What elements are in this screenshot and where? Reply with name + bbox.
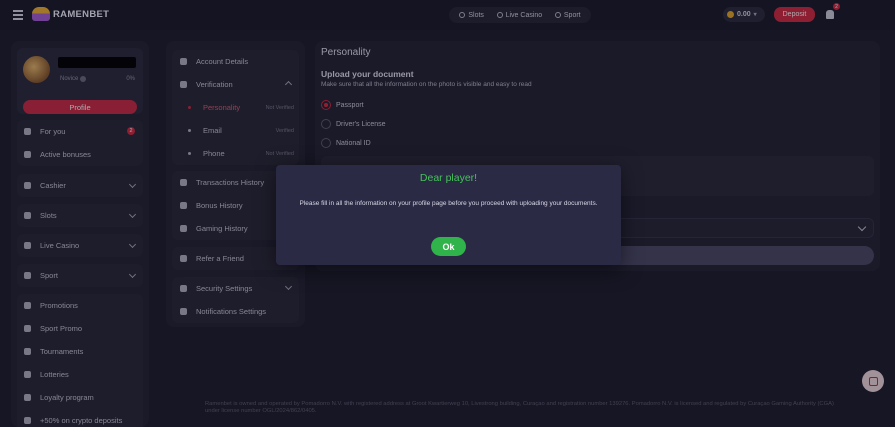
ok-button[interactable]: Ok (431, 237, 466, 256)
dialog-message: Please fill in all the information on yo… (299, 200, 598, 207)
dear-player-dialog: Dear player! Please fill in all the info… (276, 165, 621, 265)
dialog-title: Dear player! (419, 172, 478, 184)
